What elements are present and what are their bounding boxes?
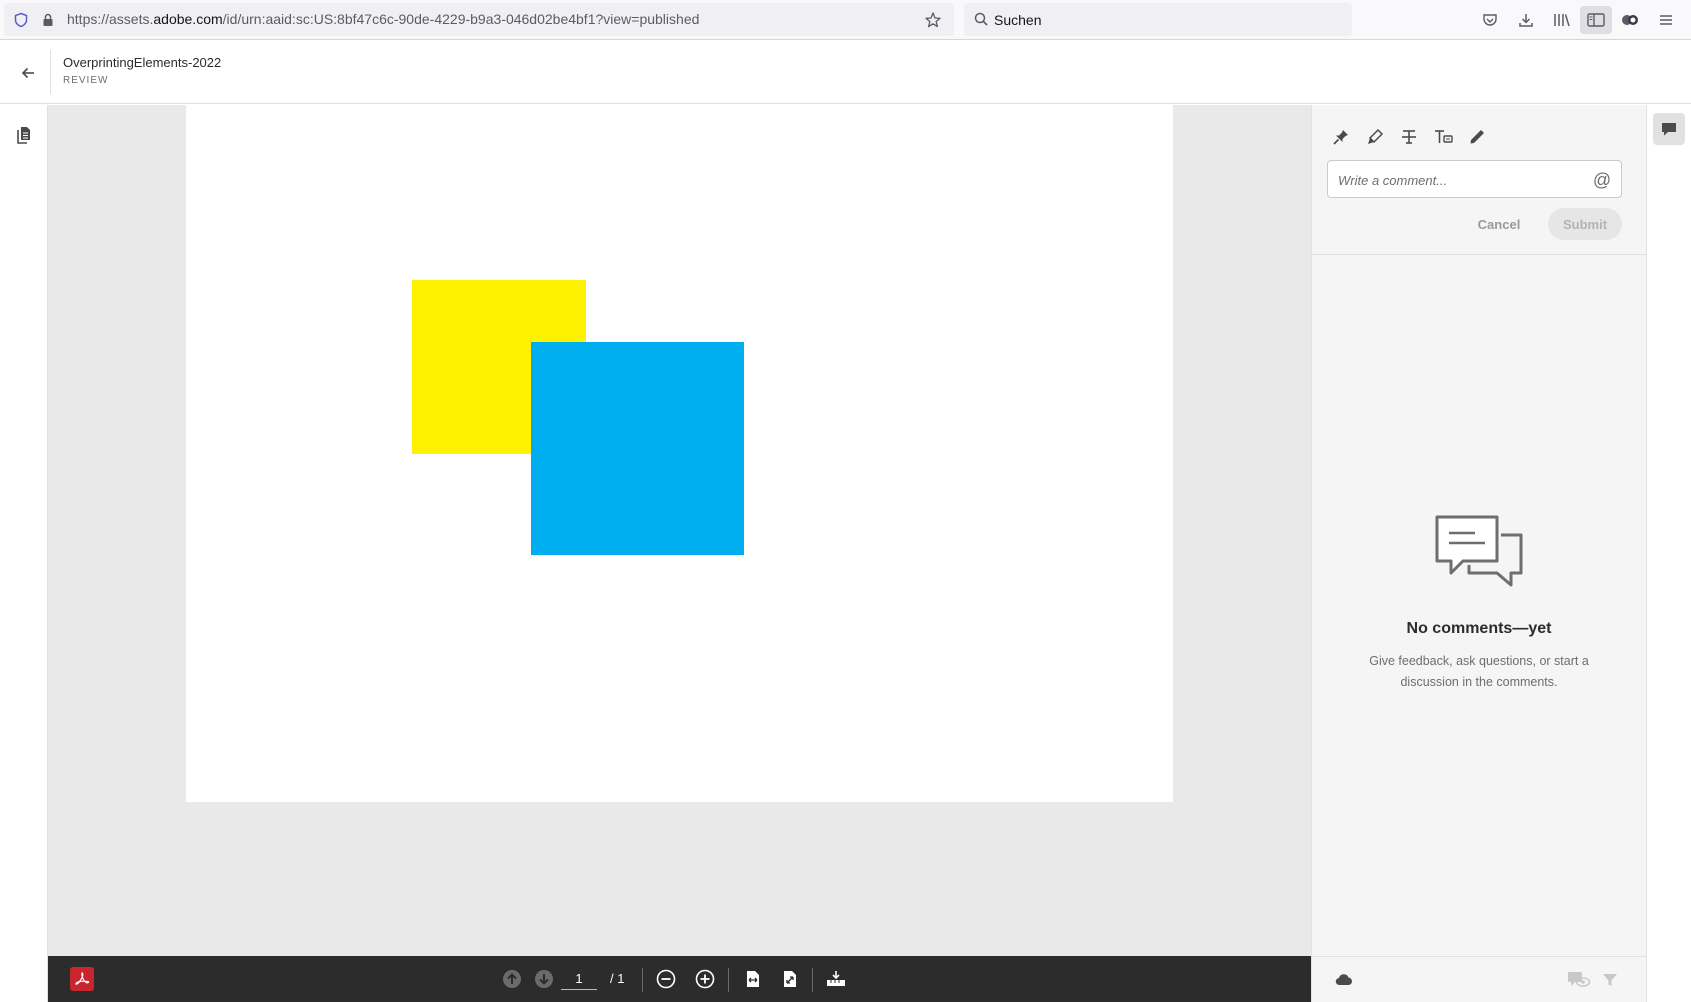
text-comment-icon[interactable] [1429, 123, 1457, 151]
library-icon[interactable] [1546, 6, 1578, 34]
download-icon[interactable] [1510, 6, 1542, 34]
filter-icon[interactable] [1598, 969, 1622, 991]
comment-input[interactable] [1338, 170, 1578, 190]
acrobat-logo-icon [70, 967, 94, 991]
cloud-icon[interactable] [1332, 969, 1356, 991]
comments-panel: @ Cancel Submit No comments—yet Give fee… [1311, 105, 1647, 1002]
pencil-icon[interactable] [1463, 123, 1491, 151]
shield-icon[interactable] [13, 12, 29, 28]
page-number-input[interactable] [561, 968, 597, 990]
document-page[interactable] [186, 105, 1173, 802]
toolbar-divider [812, 968, 813, 992]
cancel-button[interactable]: Cancel [1464, 210, 1534, 238]
empty-comments-title: No comments—yet [1406, 620, 1552, 637]
app-header: OverprintingElements-2022 REVIEW [0, 40, 1691, 104]
menu-icon[interactable] [1650, 6, 1682, 34]
search-icon [974, 12, 988, 26]
bookmark-star-icon[interactable] [924, 11, 942, 29]
url-text[interactable]: https://assets.adobe.com/id/urn:aaid:sc:… [67, 11, 699, 27]
back-arrow-icon[interactable] [14, 59, 42, 87]
browser-toolbar: https://assets.adobe.com/id/urn:aaid:sc:… [0, 0, 1691, 40]
pages-thumbnail-icon[interactable] [12, 123, 36, 147]
pocket-icon[interactable] [1474, 6, 1506, 34]
sidebar-toggle-icon[interactable] [1580, 6, 1612, 34]
zoom-in-icon[interactable] [693, 967, 717, 991]
header-divider [50, 50, 51, 94]
comments-toggle-icon[interactable] [1653, 113, 1685, 145]
measure-icon[interactable] [824, 967, 848, 991]
zoom-out-icon[interactable] [654, 967, 678, 991]
submit-button[interactable]: Submit [1548, 208, 1622, 240]
comments-footer [1312, 956, 1646, 1002]
strikethrough-icon[interactable] [1395, 123, 1423, 151]
url-host: adobe.com [153, 11, 223, 27]
document-title: OverprintingElements-2022 [63, 55, 222, 70]
comment-input-box[interactable]: @ [1327, 160, 1622, 198]
url-bar[interactable]: https://assets.adobe.com/id/urn:aaid:sc:… [4, 3, 954, 36]
extensions-icon[interactable] [1614, 6, 1646, 34]
toolbar-divider [642, 968, 643, 992]
empty-comments-description: Give feedback, ask questions, or start a… [1369, 654, 1589, 689]
toolbar-divider [728, 968, 729, 992]
url-prefix: https://assets. [67, 11, 154, 27]
search-bar[interactable]: Suchen [964, 3, 1352, 36]
mention-at-icon[interactable]: @ [1591, 169, 1613, 191]
fit-width-icon[interactable] [741, 967, 765, 991]
hide-comments-icon[interactable] [1567, 969, 1591, 991]
page-total: / 1 [610, 971, 625, 986]
highlighter-icon[interactable] [1361, 123, 1389, 151]
url-path: /id/urn:aaid:sc:US:8bf47c6c-90de-4229-b9… [222, 11, 700, 27]
cyan-square [531, 342, 744, 555]
comment-composer: @ Cancel Submit [1312, 105, 1646, 255]
previous-page-icon[interactable] [500, 967, 524, 991]
left-rail [0, 105, 48, 1002]
next-page-icon[interactable] [532, 967, 556, 991]
fit-page-icon[interactable] [778, 967, 802, 991]
lock-icon[interactable] [40, 12, 56, 28]
comments-empty-icon [1433, 513, 1525, 587]
right-rail [1648, 105, 1691, 1002]
pin-icon[interactable] [1327, 123, 1355, 151]
document-toolbar: / 1 [48, 956, 1311, 1002]
document-subtitle: REVIEW [63, 75, 109, 86]
search-placeholder: Suchen [994, 12, 1042, 28]
document-canvas[interactable] [48, 105, 1311, 956]
